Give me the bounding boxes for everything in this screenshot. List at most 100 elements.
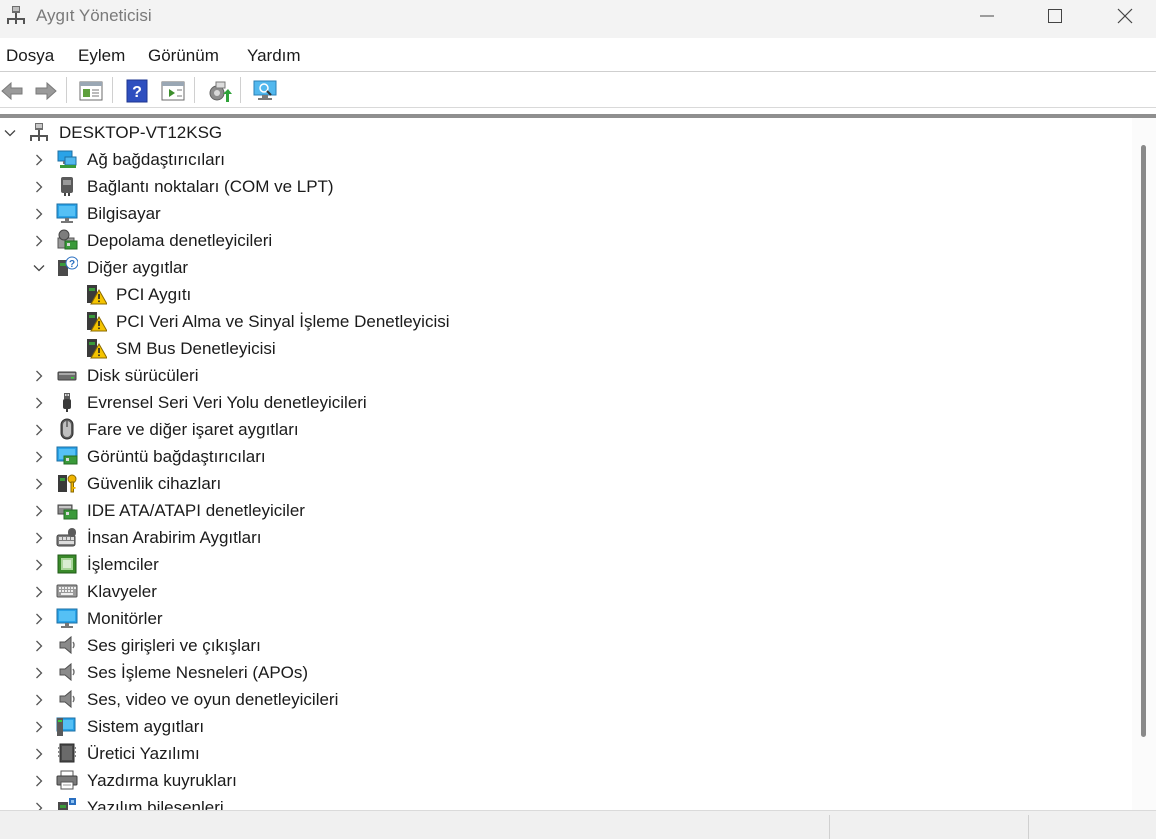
tree-item-ses-video-ve-oyun-denetleyicileri[interactable]: Ses, video ve oyun denetleyicileri — [0, 686, 1120, 713]
security-key-icon — [56, 472, 78, 494]
toolbar: ? — [0, 72, 1156, 108]
tree-item-klavyeler[interactable]: Klavyeler — [0, 578, 1120, 605]
tree-item-label: Görüntü bağdaştırıcıları — [87, 447, 266, 466]
tree-item-diger-aygitlar[interactable]: ? Diğer aygıtlar — [0, 254, 1120, 281]
vertical-scrollbar[interactable] — [1132, 118, 1156, 810]
toolbar-separator — [240, 77, 241, 103]
chevron-right-icon[interactable] — [32, 234, 46, 248]
tree-item-insan-arabirim-aygitlari[interactable]: İnsan Arabirim Aygıtları — [0, 524, 1120, 551]
speaker-icon — [56, 661, 78, 683]
chevron-down-icon[interactable] — [3, 126, 17, 140]
maximize-icon — [1048, 9, 1062, 23]
title-bar: Aygıt Yöneticisi — [0, 0, 1156, 38]
menu-dosya[interactable]: Dosya — [6, 46, 54, 66]
storage-controller-icon — [56, 229, 78, 251]
usb-icon — [56, 391, 78, 413]
tree-child-sm-bus-denetleyicisi[interactable]: SM Bus Denetleyicisi — [0, 335, 1120, 362]
status-separator — [829, 815, 830, 839]
chevron-right-icon[interactable] — [32, 720, 46, 734]
forward-arrow-icon[interactable] — [32, 78, 58, 104]
tree-item-label: Depolama denetleyicileri — [87, 231, 273, 250]
tree-item-ag-bagdastiricilari[interactable]: Ağ bağdaştırıcıları — [0, 146, 1120, 173]
minimize-icon — [980, 15, 994, 17]
tree-item-fare-ve-diger-isaret-aygitlari[interactable]: Fare ve diğer işaret aygıtları — [0, 416, 1120, 443]
tree-item-islemciler[interactable]: İşlemciler — [0, 551, 1120, 578]
toolbar-separator — [112, 77, 113, 103]
chevron-right-icon[interactable] — [32, 450, 46, 464]
chevron-right-icon[interactable] — [32, 612, 46, 626]
tree-item-goruntu-bagdastiricilari[interactable]: Görüntü bağdaştırıcıları — [0, 443, 1120, 470]
chevron-down-icon[interactable] — [32, 261, 46, 275]
system-device-icon — [56, 715, 78, 737]
processor-icon — [56, 553, 78, 575]
chevron-right-icon[interactable] — [32, 531, 46, 545]
svg-text:?: ? — [132, 84, 142, 101]
back-arrow-icon[interactable] — [0, 78, 26, 104]
scan-hardware-icon[interactable] — [252, 78, 278, 104]
tree-item-uretici-yazilimi[interactable]: Üretici Yazılımı — [0, 740, 1120, 767]
tree-item-label: Yazdırma kuyrukları — [87, 771, 237, 790]
chevron-right-icon[interactable] — [32, 369, 46, 383]
chevron-right-icon[interactable] — [32, 666, 46, 680]
tree-item-disk-suruculeri[interactable]: Disk sürücüleri — [0, 362, 1120, 389]
tree-item-bilgisayar[interactable]: Bilgisayar — [0, 200, 1120, 227]
menu-eylem[interactable]: Eylem — [78, 46, 125, 66]
tree-item-label: Yazılım bileşenleri — [87, 798, 224, 810]
minimize-button[interactable] — [952, 0, 1022, 32]
toolbar-separator — [194, 77, 195, 103]
disk-drive-icon — [56, 364, 78, 386]
menu-yardim[interactable]: Yardım — [247, 46, 301, 66]
tree-item-label: Disk sürücüleri — [87, 366, 199, 385]
tree-item-label: PCI Aygıtı — [116, 285, 192, 304]
chevron-right-icon[interactable] — [32, 153, 46, 167]
toolbar-separator — [66, 77, 67, 103]
show-hide-icon[interactable] — [160, 78, 186, 104]
chevron-right-icon[interactable] — [32, 585, 46, 599]
chevron-right-icon[interactable] — [32, 477, 46, 491]
tree-item-evrensel-seri-veri-yolu-denetleyicileri[interactable]: Evrensel Seri Veri Yolu denetleyicileri — [0, 389, 1120, 416]
chevron-right-icon[interactable] — [32, 180, 46, 194]
chevron-right-icon[interactable] — [32, 396, 46, 410]
tree-item-label: Klavyeler — [87, 582, 157, 601]
tree-item-label: PCI Veri Alma ve Sinyal İşleme Denetleyi… — [116, 312, 450, 331]
chevron-right-icon[interactable] — [32, 423, 46, 437]
scrollbar-thumb[interactable] — [1141, 145, 1146, 737]
tree-root-desktop[interactable]: DESKTOP-VT12KSG — [0, 119, 1120, 146]
tree-item-ide-ata-atapi-denetleyiciler[interactable]: IDE ATA/ATAPI denetleyiciler — [0, 497, 1120, 524]
keyboard-icon — [56, 580, 78, 602]
mouse-icon — [56, 418, 78, 440]
tree-item-guvenlik-cihazlari[interactable]: Güvenlik cihazları — [0, 470, 1120, 497]
chevron-right-icon[interactable] — [32, 207, 46, 221]
chevron-right-icon[interactable] — [32, 801, 46, 810]
tree-item-label: Güvenlik cihazları — [87, 474, 222, 493]
chevron-right-icon[interactable] — [32, 774, 46, 788]
chevron-right-icon[interactable] — [32, 747, 46, 761]
chevron-right-icon[interactable] — [32, 693, 46, 707]
update-driver-icon[interactable] — [206, 78, 232, 104]
tree-item-ses-girisleri-ve-cikislari[interactable]: Ses girişleri ve çıkışları — [0, 632, 1120, 659]
printer-icon — [56, 769, 78, 791]
device-tree[interactable]: DESKTOP-VT12KSG Ağ bağdaştırıcıları Bağlan… — [0, 118, 1132, 810]
properties-icon[interactable] — [78, 78, 104, 104]
tree-item-sistem-aygitlari[interactable]: Sistem aygıtları — [0, 713, 1120, 740]
maximize-button[interactable] — [1020, 0, 1090, 32]
chevron-right-icon[interactable] — [32, 558, 46, 572]
tree-item-baglanti-noktalari-com-ve-lpt[interactable]: Bağlantı noktaları (COM ve LPT) — [0, 173, 1120, 200]
tree-child-pci-veri-alma-ve-sinyal-isleme-denetleyicisi[interactable]: PCI Veri Alma ve Sinyal İşleme Denetleyi… — [0, 308, 1120, 335]
tree-child-pci-aygiti[interactable]: PCI Aygıtı — [0, 281, 1120, 308]
tree-item-yazdirma-kuyruklari[interactable]: Yazdırma kuyrukları — [0, 767, 1120, 794]
tree-item-ses-isleme-nesneleri-apos[interactable]: Ses İşleme Nesneleri (APOs) — [0, 659, 1120, 686]
close-button[interactable] — [1090, 0, 1156, 32]
tree-item-monitorler[interactable]: Monitörler — [0, 605, 1120, 632]
tree-item-label: Fare ve diğer işaret aygıtları — [87, 420, 299, 439]
tree-item-depolama-denetleyicileri[interactable]: Depolama denetleyicileri — [0, 227, 1120, 254]
menu-gorunum[interactable]: Görünüm — [148, 46, 219, 66]
help-icon[interactable]: ? — [124, 78, 150, 104]
device-manager-app-icon — [5, 4, 27, 26]
chevron-right-icon[interactable] — [32, 504, 46, 518]
window-title: Aygıt Yöneticisi — [36, 6, 152, 25]
tree-item-yazilim-bilesenleri[interactable]: Yazılım bileşenleri — [0, 794, 1120, 810]
tree-item-label: İnsan Arabirim Aygıtları — [87, 528, 262, 547]
svg-text:?: ? — [69, 259, 75, 270]
chevron-right-icon[interactable] — [32, 639, 46, 653]
